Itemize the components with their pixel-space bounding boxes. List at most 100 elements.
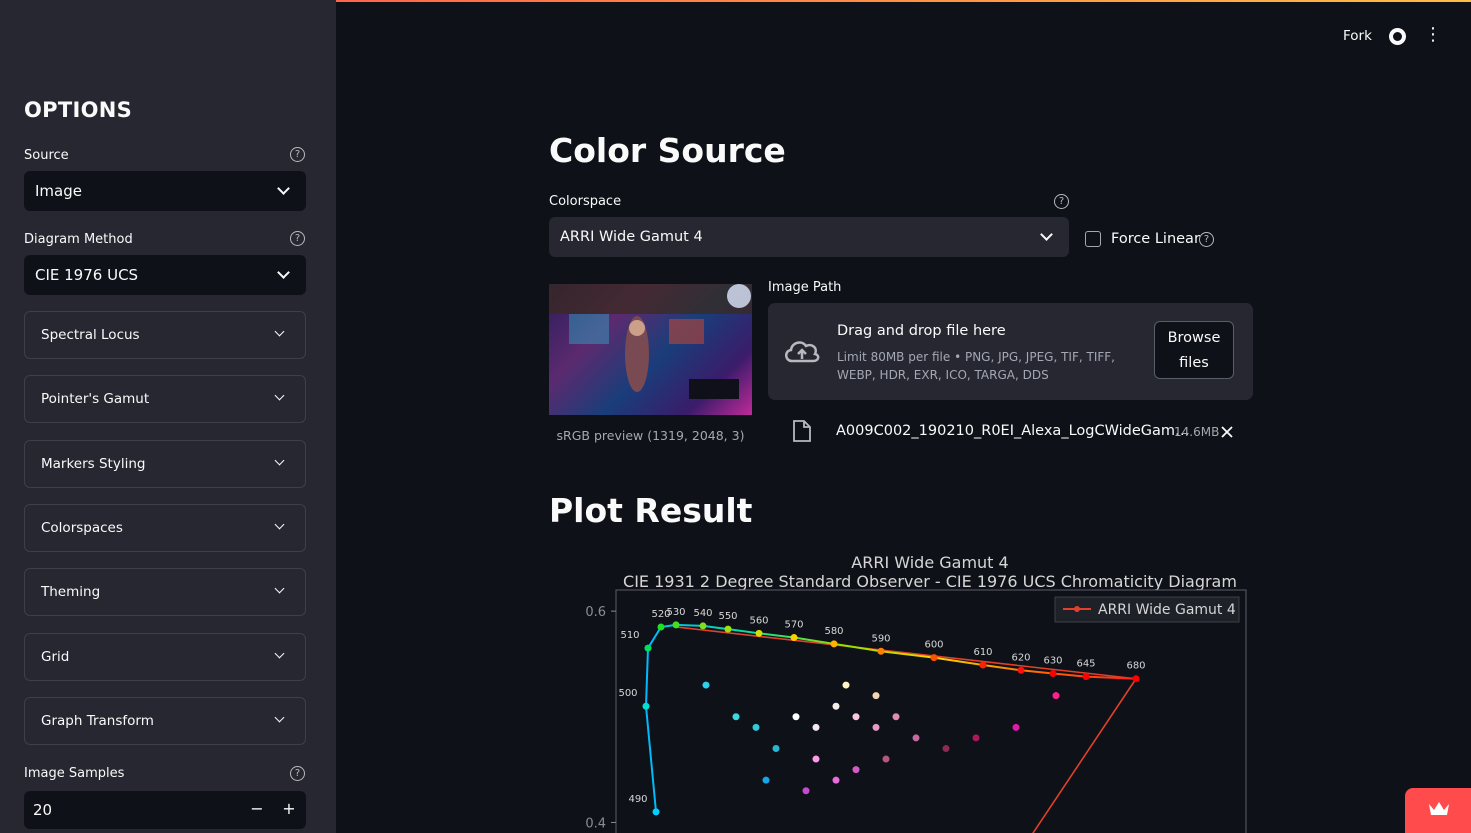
image-samples-input[interactable]: 20 − + [24,791,306,829]
locus-label: 645 [1076,659,1095,670]
page-title: Color Source [549,131,786,170]
locus-marker [652,808,660,816]
expander-theming[interactable]: Theming [24,568,306,616]
chart-subtitle: CIE 1931 2 Degree Standard Observer - CI… [623,572,1237,591]
locus-marker [877,647,885,655]
expander-label: Grid [41,649,70,665]
help-icon[interactable]: ? [290,766,305,781]
chromaticity-plot: ARRI Wide Gamut 4 CIE 1931 2 Degree Stan… [585,553,1247,833]
more-vert-icon[interactable]: ⋮ [1424,25,1442,45]
chevron-down-icon [274,583,285,594]
github-icon[interactable] [1389,28,1406,45]
app-badge[interactable] [1405,788,1471,833]
locus-label: 570 [784,620,803,631]
cloud-upload-icon [785,341,820,363]
browse-files-button[interactable]: Browse files [1154,321,1234,379]
sample-point [912,734,920,742]
gamut-outline [675,626,1138,833]
uploaded-file-name: A009C002_190210_R0EI_Alexa_LogCWideGam… [836,423,1190,439]
sample-point [812,723,820,731]
expander-markers-styling[interactable]: Markers Styling [24,440,306,488]
source-label: Source [24,148,69,163]
help-icon[interactable]: ? [1054,194,1069,209]
locus-marker [657,623,665,631]
sample-point [882,755,890,763]
sample-point [812,755,820,763]
remove-file-icon[interactable] [1220,425,1234,439]
sample-point [792,713,800,721]
help-icon[interactable]: ? [1199,232,1214,247]
uploaded-file-size: 14.6MB [1174,425,1220,439]
chevron-down-icon [274,519,285,530]
y-tick-label: 0.6 [585,605,606,620]
locus-label: 630 [1043,655,1062,666]
image-path-label: Image Path [768,280,842,295]
locus-marker [755,629,763,637]
chevron-down-icon [274,712,285,723]
y-tick-label: 0.4 [585,816,606,831]
image-samples-label: Image Samples [24,766,125,781]
preview-caption: sRGB preview (1319, 2048, 3) [556,428,745,443]
chevron-down-icon [274,390,285,401]
dropzone-title: Drag and drop file here [837,323,1006,339]
browse-label-2: files [1179,355,1209,371]
locus-marker [1082,673,1090,681]
increment-button[interactable]: + [279,799,299,818]
sample-point [732,713,740,721]
chevron-down-icon [277,182,290,195]
chevron-down-icon [274,455,285,466]
expander-graph-transform[interactable]: Graph Transform [24,697,306,745]
locus-label: 550 [718,611,737,622]
expander-label: Theming [41,584,101,600]
locus-marker [644,644,652,652]
sample-point [872,723,880,731]
locus-label: 510 [620,630,639,641]
chart-title: ARRI Wide Gamut 4 [851,553,1008,572]
expander-colorspaces[interactable]: Colorspaces [24,504,306,552]
source-value: Image [35,182,82,200]
source-select[interactable]: Image [24,171,306,211]
sample-point [852,766,860,774]
sample-point [942,744,950,752]
help-icon[interactable]: ? [290,147,305,162]
locus-label: 500 [618,688,637,699]
locus-marker [1049,669,1057,677]
expander-spectral-locus[interactable]: Spectral Locus [24,311,306,359]
legend-marker [1074,606,1080,612]
locus-label: 610 [973,647,992,658]
locus-marker [672,621,680,629]
browse-label-1: Browse [1167,330,1221,346]
locus-label: 580 [824,626,843,637]
chevron-down-icon [277,266,290,279]
sample-point [1052,692,1060,700]
locus-marker [1132,675,1140,683]
help-icon[interactable]: ? [290,231,305,246]
image-samples-value: 20 [33,801,53,819]
image-preview-graphic [549,284,752,399]
locus-marker [642,702,650,710]
locus-label: 680 [1126,661,1145,672]
diagram-method-label: Diagram Method [24,232,133,247]
expander-grid[interactable]: Grid [24,633,306,681]
locus-marker [830,640,838,648]
sidebar-title: OPTIONS [24,98,133,122]
legend-label: ARRI Wide Gamut 4 [1098,602,1236,618]
colorspace-select[interactable]: ARRI Wide Gamut 4 [549,217,1069,257]
dropzone-limits: Limit 80MB per file • PNG, JPG, JPEG, TI… [837,350,1115,382]
force-linear-checkbox[interactable] [1085,231,1101,247]
locus-label: 530 [666,607,685,618]
locus-label: 590 [871,633,890,644]
sample-point [852,713,860,721]
expander-pointers-gamut[interactable]: Pointer's Gamut [24,375,306,423]
locus-label: 560 [749,615,768,626]
expander-label: Markers Styling [41,456,146,472]
expander-label: Spectral Locus [41,327,140,343]
diagram-method-select[interactable]: CIE 1976 UCS [24,255,306,295]
locus-label: 490 [628,794,647,805]
expander-label: Pointer's Gamut [41,391,150,407]
file-dropzone[interactable]: Drag and drop file here Limit 80MB per f… [768,303,1253,400]
plot-heading: Plot Result [549,491,753,530]
decrement-button[interactable]: − [247,799,267,818]
fork-link[interactable]: Fork [1343,28,1372,44]
sample-point [832,702,840,710]
